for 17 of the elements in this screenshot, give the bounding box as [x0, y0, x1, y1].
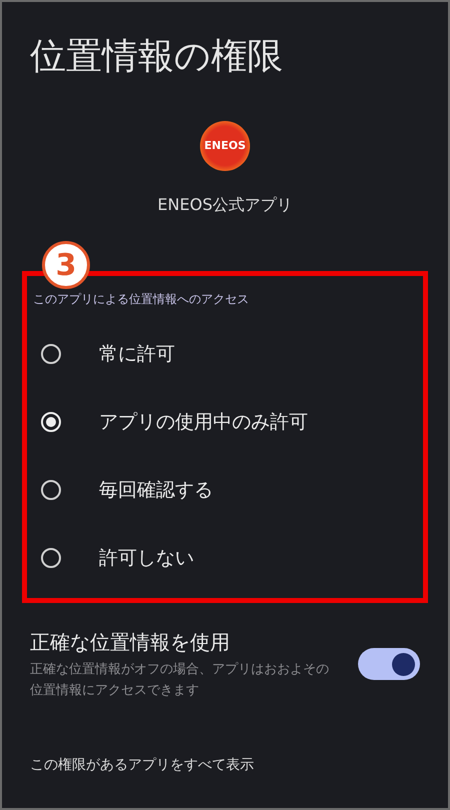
option-label: アプリの使用中のみ許可	[99, 410, 308, 435]
section-label: このアプリによる位置情報へのアクセス	[33, 291, 250, 308]
radio-option[interactable]: 毎回確認する	[31, 456, 419, 524]
setting-description: 正確な位置情報がオフの場合、アプリはおおよその位置情報にアクセスできます	[30, 661, 330, 700]
option-label: 常に許可	[99, 342, 175, 367]
toggle-switch[interactable]	[358, 648, 420, 680]
option-label: 毎回確認する	[99, 478, 213, 503]
setting-title: 正確な位置情報を使用	[30, 629, 231, 656]
option-label: 許可しない	[99, 546, 194, 571]
radio-option[interactable]: 許可しない	[31, 524, 419, 592]
app-logo: ENEOS	[200, 121, 250, 171]
step-badge: 3	[42, 241, 90, 289]
radio-option[interactable]: 常に許可	[31, 320, 419, 388]
page-title: 位置情報の権限	[30, 35, 284, 79]
app-name: ENEOS公式アプリ	[158, 194, 292, 216]
radio-option[interactable]: アプリの使用中のみ許可	[31, 388, 419, 456]
show-all-apps-link[interactable]: この権限があるアプリをすべて表示	[30, 755, 448, 776]
